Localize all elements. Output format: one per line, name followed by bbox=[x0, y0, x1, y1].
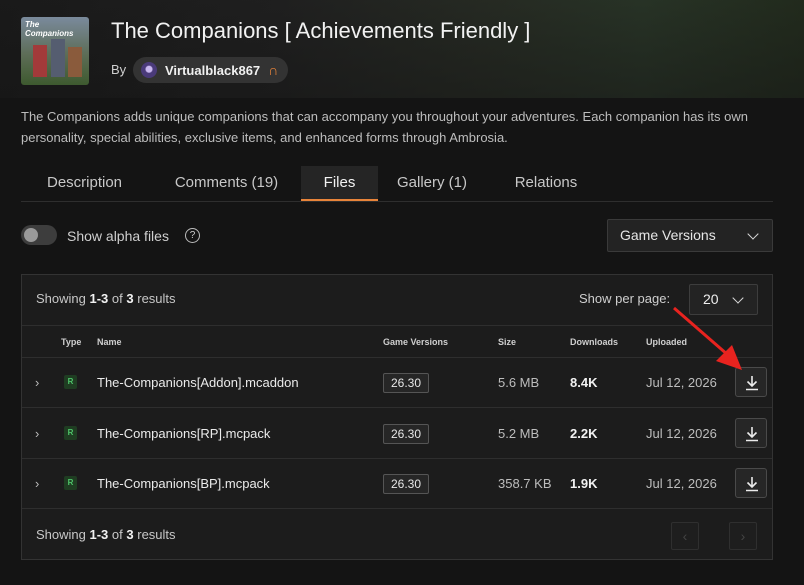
game-version-badge: 26.30 bbox=[383, 424, 429, 444]
column-type[interactable]: Type bbox=[61, 337, 81, 347]
alpha-files-toggle[interactable] bbox=[21, 225, 57, 245]
release-type-badge: R bbox=[64, 476, 77, 490]
download-count: 1.9K bbox=[570, 476, 598, 491]
thumbnail-figure bbox=[68, 47, 82, 77]
expand-chevron-icon[interactable]: › bbox=[35, 375, 39, 390]
thumbnail-title: The Companions bbox=[25, 20, 74, 38]
download-count: 2.2K bbox=[570, 426, 598, 441]
upload-date: Jul 12, 2026 bbox=[646, 426, 717, 441]
chevron-down-icon bbox=[732, 292, 744, 304]
author-avatar bbox=[141, 62, 157, 78]
file-name[interactable]: The-Companions[BP].mcpack bbox=[97, 476, 270, 491]
column-downloads[interactable]: Downloads bbox=[570, 337, 618, 347]
thumbnail-figure bbox=[51, 39, 65, 77]
file-name[interactable]: The-Companions[RP].mcpack bbox=[97, 426, 270, 441]
chevron-down-icon bbox=[747, 228, 759, 240]
tab-relations[interactable]: Relations bbox=[499, 166, 593, 201]
tab-files[interactable]: Files bbox=[301, 166, 378, 201]
release-type-badge: R bbox=[64, 426, 77, 440]
next-page-button[interactable]: › bbox=[729, 522, 757, 550]
download-icon bbox=[746, 477, 758, 492]
toggle-knob bbox=[24, 228, 38, 242]
column-name[interactable]: Name bbox=[97, 337, 122, 347]
previous-page-button[interactable]: ‹ bbox=[671, 522, 699, 550]
header-shade bbox=[0, 0, 804, 98]
thumbnail-figure bbox=[33, 45, 47, 77]
download-button[interactable] bbox=[735, 468, 767, 498]
author-link[interactable]: Virtualblack867 ∩ bbox=[133, 57, 289, 83]
game-version-badge: 26.30 bbox=[383, 474, 429, 494]
table-row[interactable]: › R The-Companions[RP].mcpack 26.30 5.2 … bbox=[22, 409, 772, 459]
file-size: 358.7 KB bbox=[498, 476, 552, 491]
per-page-value: 20 bbox=[703, 291, 719, 307]
download-icon bbox=[746, 376, 758, 391]
game-version-badge: 26.30 bbox=[383, 373, 429, 393]
tab-comments[interactable]: Comments (19) bbox=[156, 166, 297, 201]
alpha-files-label: Show alpha files bbox=[67, 228, 169, 244]
project-description: The Companions adds unique companions th… bbox=[21, 109, 749, 145]
game-versions-select[interactable]: Game Versions bbox=[607, 219, 773, 252]
tab-description[interactable]: Description bbox=[21, 166, 148, 201]
tab-bar: Description Comments (19) Files Gallery … bbox=[21, 166, 773, 202]
download-button[interactable] bbox=[735, 367, 767, 397]
table-row[interactable]: › R The-Companions[Addon].mcaddon 26.30 … bbox=[22, 358, 772, 408]
results-summary-bottom: Showing 1-3 of 3 results bbox=[36, 527, 176, 542]
files-panel: Showing 1-3 of 3 results Show per page: … bbox=[21, 274, 773, 560]
download-icon bbox=[746, 427, 758, 442]
results-summary-top: Showing 1-3 of 3 results bbox=[36, 291, 176, 306]
file-size: 5.2 MB bbox=[498, 426, 540, 441]
help-icon[interactable]: ? bbox=[185, 228, 200, 243]
expand-chevron-icon[interactable]: › bbox=[35, 426, 39, 441]
project-title: The Companions [ Achievements Friendly ] bbox=[111, 18, 531, 43]
file-name[interactable]: The-Companions[Addon].mcaddon bbox=[97, 375, 299, 390]
upload-date: Jul 12, 2026 bbox=[646, 375, 717, 390]
download-button[interactable] bbox=[735, 418, 767, 448]
project-thumbnail: The Companions bbox=[21, 17, 89, 85]
author-badge-icon: ∩ bbox=[268, 62, 279, 78]
table-header: Type Name Game Versions Size Downloads U… bbox=[22, 325, 772, 358]
per-page-label: Show per page: bbox=[579, 291, 671, 306]
per-page-select[interactable]: 20 bbox=[689, 284, 758, 315]
column-size[interactable]: Size bbox=[498, 337, 516, 347]
column-game-versions[interactable]: Game Versions bbox=[383, 337, 448, 347]
file-size: 5.6 MB bbox=[498, 375, 540, 390]
by-label: By bbox=[111, 62, 127, 77]
tab-gallery[interactable]: Gallery (1) bbox=[384, 166, 480, 201]
column-uploaded[interactable]: Uploaded bbox=[646, 337, 687, 347]
author-name: Virtualblack867 bbox=[165, 62, 261, 78]
table-row[interactable]: › R The-Companions[BP].mcpack 26.30 358.… bbox=[22, 459, 772, 509]
expand-chevron-icon[interactable]: › bbox=[35, 476, 39, 491]
upload-date: Jul 12, 2026 bbox=[646, 476, 717, 491]
download-count: 8.4K bbox=[570, 375, 598, 390]
release-type-badge: R bbox=[64, 375, 77, 389]
game-versions-label: Game Versions bbox=[620, 227, 716, 243]
